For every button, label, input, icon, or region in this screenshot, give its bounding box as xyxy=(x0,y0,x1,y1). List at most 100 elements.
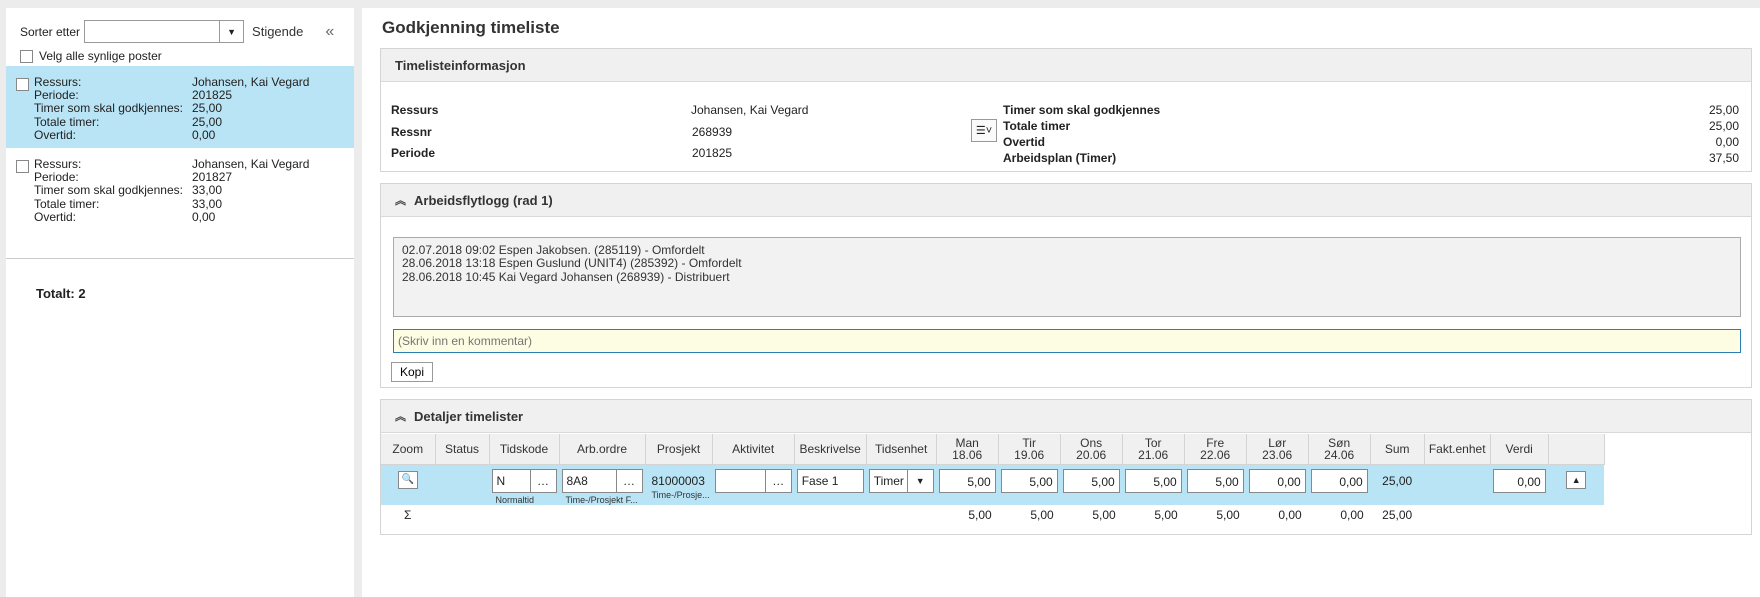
scroll-up-icon[interactable]: ▲ xyxy=(1566,470,1587,489)
hours-input[interactable]: 5,00 xyxy=(1186,468,1244,493)
record-checkbox[interactable] xyxy=(16,78,29,91)
beskrivelse-value: Fase 1 xyxy=(801,473,839,488)
ascending-toggle[interactable]: Stigende xyxy=(252,24,303,39)
sort-select[interactable]: ▼ xyxy=(84,20,245,43)
ressnr-label: Ressnr xyxy=(391,125,432,139)
log-entry: 28.06.2018 10:45 Kai Vegard Johansen (26… xyxy=(402,269,730,284)
list-item[interactable]: Ressurs: Johansen, Kai Vegard Periode: 201… xyxy=(6,66,354,148)
tidsenhet-select[interactable]: Timer ▼ xyxy=(868,468,934,493)
record-list-panel: Sorter etter ▼ Stigende « Velg alle synl… xyxy=(6,8,354,597)
chevron-up-icon[interactable]: ︽ xyxy=(395,408,406,424)
magnifier-icon[interactable]: 🔍 xyxy=(397,470,418,489)
col-arbordre[interactable]: Arb.ordre xyxy=(559,434,646,465)
record-label: Timer som skal godkjennes: xyxy=(34,101,183,116)
hours-input[interactable]: 5,00 xyxy=(1062,468,1120,493)
sum-hours: 0,00 xyxy=(1340,507,1364,522)
day-name: Man xyxy=(955,435,979,450)
col-day[interactable]: Man 18.06 xyxy=(936,434,999,465)
col-day[interactable]: Ons 20.06 xyxy=(1060,434,1123,465)
plan-label: Arbeidsplan (Timer) xyxy=(1003,151,1117,165)
chevron-up-icon[interactable]: ︽ xyxy=(395,192,406,208)
overtid-value: 0,00 xyxy=(1715,135,1739,149)
col-tidskode[interactable]: Tidskode xyxy=(489,434,560,465)
beskrivelse-input[interactable]: Fase 1 xyxy=(796,468,864,493)
col-tidsenhet[interactable]: Tidsenhet xyxy=(866,434,937,465)
verdi-cell: 0,00 xyxy=(1490,464,1549,505)
tidskode-input[interactable]: N… xyxy=(491,468,557,493)
timer-label: Timer som skal godkjennes xyxy=(1003,103,1161,117)
sum-row: Σ 5,00 5,00 5,00 5,00 5,00 0,00 0,00 25,… xyxy=(381,505,1604,525)
arbordre-value: 8A8 xyxy=(566,473,588,488)
aktivitet-cell: … xyxy=(712,464,795,505)
table-header-row: Zoom Status Tidskode Arb.ordre Prosjekt … xyxy=(381,434,1605,465)
aktivitet-input[interactable]: … xyxy=(714,468,792,493)
col-day[interactable]: Lør 23.06 xyxy=(1246,434,1309,465)
tidskode-cell: N… Normaltid xyxy=(489,464,559,505)
prosjekt-cell: 81000003 Time-/Prosje... xyxy=(645,464,713,505)
empty-cell xyxy=(1548,505,1604,525)
main-content: Godkjenning timeliste Timelisteinformasj… xyxy=(362,8,1760,597)
sort-label: Sorter etter xyxy=(20,24,81,39)
hours-cell: 0,00 xyxy=(1308,464,1371,505)
ellipsis-icon[interactable]: … xyxy=(615,469,642,492)
select-all[interactable]: Velg alle synlige poster xyxy=(20,49,162,63)
empty-cell xyxy=(435,505,489,525)
ellipsis-icon[interactable]: … xyxy=(764,469,791,492)
day-date: 24.06 xyxy=(1324,447,1355,462)
day-name: Tir xyxy=(1022,435,1036,450)
col-aktivitet[interactable]: Aktivitet xyxy=(712,434,795,465)
ressnr-value: 268939 xyxy=(692,125,733,139)
copy-button[interactable]: Kopi xyxy=(391,362,433,382)
zoom-cell: 🔍 xyxy=(381,464,435,505)
timesheet-info-panel: Timelisteinformasjon Ressurs Johansen, K… xyxy=(380,48,1752,172)
faktenhet-cell xyxy=(1424,464,1491,505)
day-date: 19.06 xyxy=(1014,447,1045,462)
tidsenhet-cell: Timer ▼ xyxy=(866,464,937,505)
panel-header[interactable]: ︽ Detaljer timelister xyxy=(381,400,1751,433)
col-zoom[interactable]: Zoom xyxy=(381,434,436,465)
select-all-checkbox[interactable] xyxy=(20,49,33,63)
col-day[interactable]: Tir 19.06 xyxy=(998,434,1061,465)
day-name: Ons xyxy=(1080,435,1103,450)
col-status[interactable]: Status xyxy=(435,434,490,465)
sort-bar: Sorter etter ▼ Stigende « xyxy=(20,20,334,43)
arbordre-description: Time-/Prosjekt F... xyxy=(565,494,638,505)
ellipsis-icon[interactable]: … xyxy=(529,469,556,492)
verdi-input[interactable]: 0,00 xyxy=(1492,468,1546,493)
list-item[interactable]: Ressurs: Johansen, Kai Vegard Periode: 201… xyxy=(6,148,354,230)
arbordre-input[interactable]: 8A8 … xyxy=(561,468,643,493)
empty-cell xyxy=(866,505,936,525)
col-faktenhet[interactable]: Fakt.enhet xyxy=(1424,434,1491,465)
status-cell xyxy=(435,464,489,505)
table-row[interactable]: 🔍 N… Normaltid 8A8… Time-/Prosjekt F... … xyxy=(381,464,1605,505)
hours-input[interactable]: 0,00 xyxy=(1248,468,1306,493)
chevron-down-icon[interactable]: ▼ xyxy=(906,469,933,492)
record-value: 25,00 xyxy=(192,101,223,116)
col-prosjekt[interactable]: Prosjekt xyxy=(645,434,713,465)
empty-cell xyxy=(559,505,645,525)
record-checkbox[interactable] xyxy=(16,160,29,173)
col-beskrivelse[interactable]: Beskrivelse xyxy=(794,434,867,465)
periode-label: Periode xyxy=(391,146,436,160)
collapse-panel-icon[interactable]: « xyxy=(325,23,334,41)
col-day[interactable]: Søn 24.06 xyxy=(1308,434,1371,465)
panel-header[interactable]: ︽ Arbeidsflytlogg (rad 1) xyxy=(381,184,1751,217)
empty-cell xyxy=(712,505,794,525)
chevron-down-icon[interactable]: ▼ xyxy=(219,21,243,42)
col-sum[interactable]: Sum xyxy=(1370,434,1425,465)
panel-title: Detaljer timelister xyxy=(414,408,524,424)
scroll-cell: ▲ xyxy=(1548,464,1605,505)
comment-input[interactable] xyxy=(393,329,1741,353)
col-day[interactable]: Fre 22.06 xyxy=(1184,434,1247,465)
record-value: 25,00 xyxy=(192,114,223,129)
col-day[interactable]: Tor 21.06 xyxy=(1122,434,1185,465)
ressurs-value: Johansen, Kai Vegard xyxy=(691,103,809,117)
col-verdi[interactable]: Verdi xyxy=(1490,434,1549,465)
options-menu-button[interactable]: ☰˅ xyxy=(971,119,997,142)
hours-input[interactable]: 0,00 xyxy=(1310,468,1368,493)
hours-input[interactable]: 5,00 xyxy=(938,468,996,493)
hours-input[interactable]: 5,00 xyxy=(1000,468,1058,493)
totale-label: Totale timer xyxy=(1003,119,1071,133)
hours-input[interactable]: 5,00 xyxy=(1124,468,1182,493)
sort-value xyxy=(85,21,219,42)
